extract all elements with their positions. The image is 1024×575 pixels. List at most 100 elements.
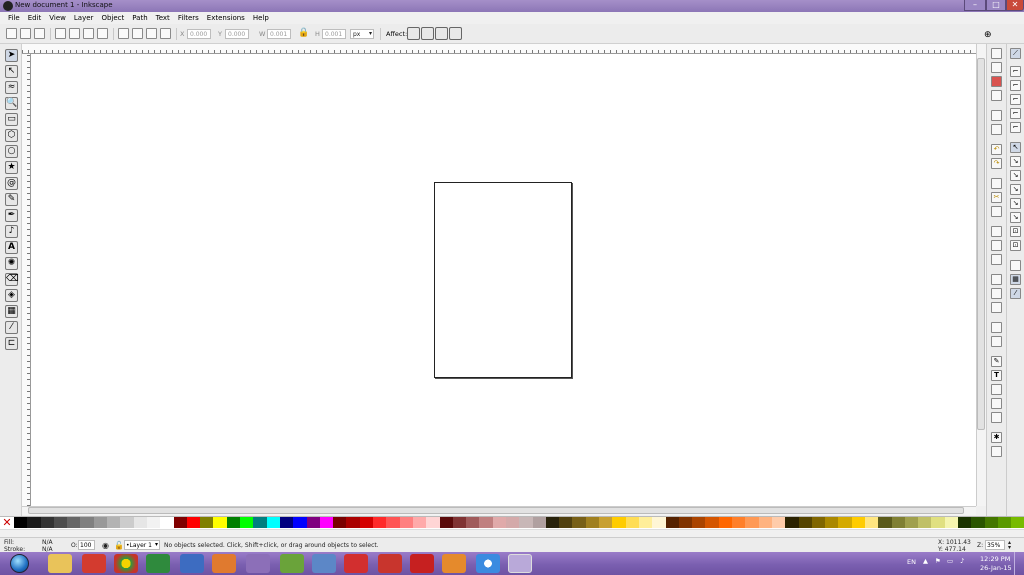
palette-swatch[interactable] xyxy=(678,517,693,528)
horizontal-ruler[interactable] xyxy=(22,44,976,54)
undo-icon[interactable]: ↶ xyxy=(991,144,1002,155)
copy-icon[interactable] xyxy=(991,178,1002,189)
maximize-button[interactable]: □ xyxy=(986,0,1006,11)
palette-swatch[interactable] xyxy=(146,517,161,528)
excel-icon[interactable] xyxy=(146,554,170,573)
y-input[interactable]: 0.000 xyxy=(225,29,249,39)
palette-swatch[interactable] xyxy=(186,517,201,528)
select-all-icon[interactable] xyxy=(6,28,17,39)
zoom-selection-icon[interactable] xyxy=(991,226,1002,237)
palette-swatch[interactable] xyxy=(878,517,892,528)
zoom-stepper-icon[interactable]: ▴ ▾ xyxy=(1008,540,1011,551)
affect-corner-scale-button[interactable] xyxy=(421,27,434,40)
palette-swatch[interactable] xyxy=(107,517,121,528)
spray-tool-icon[interactable]: ✺ xyxy=(5,257,18,270)
minimize-button[interactable]: – xyxy=(964,0,986,11)
clone-icon[interactable] xyxy=(991,288,1002,299)
palette-swatch[interactable] xyxy=(532,517,546,528)
internet-explorer-icon[interactable] xyxy=(476,554,500,573)
palette-swatch[interactable] xyxy=(426,517,440,528)
preferences-icon[interactable]: ✱ xyxy=(991,432,1002,443)
zoom-drawing-icon[interactable] xyxy=(991,240,1002,251)
connector-tool-icon[interactable]: ⊏ xyxy=(5,337,18,350)
snap-bbox-center-icon[interactable]: ⌐ xyxy=(1010,122,1021,133)
selector-tool-icon[interactable]: ➤ xyxy=(5,49,18,62)
layer-visibility-icon[interactable]: ◉ xyxy=(102,541,109,550)
snap-nodes-icon[interactable]: ↖ xyxy=(1010,142,1021,153)
menu-edit[interactable]: Edit xyxy=(24,12,46,24)
zoom-page-icon[interactable] xyxy=(991,254,1002,265)
network-tray-icon[interactable]: ▭ xyxy=(947,557,953,565)
show-hidden-icons-icon[interactable]: ▲ xyxy=(923,557,928,565)
menu-file[interactable]: File xyxy=(4,12,24,24)
node-tool-icon[interactable]: ↖ xyxy=(5,65,18,78)
text-tool-icon[interactable]: A xyxy=(5,241,18,254)
palette-swatch[interactable] xyxy=(599,517,613,528)
palette-swatch[interactable] xyxy=(14,517,28,528)
palette-swatch[interactable] xyxy=(319,517,334,528)
duplicate-icon[interactable] xyxy=(991,274,1002,285)
snap-smooth-nodes-icon[interactable]: ↘ xyxy=(1010,198,1021,209)
snap-path-intersection-icon[interactable]: ↘ xyxy=(1010,170,1021,181)
align-distribute-icon[interactable] xyxy=(991,412,1002,423)
palette-swatch[interactable] xyxy=(253,517,267,528)
gradient-tool-icon[interactable]: ▦ xyxy=(5,305,18,318)
paste-icon[interactable] xyxy=(991,206,1002,217)
palette-swatch[interactable] xyxy=(811,517,826,528)
palette-swatch[interactable] xyxy=(93,517,108,528)
chrome-icon[interactable] xyxy=(114,554,138,573)
palette-swatch[interactable] xyxy=(346,517,360,528)
palette-swatch[interactable] xyxy=(160,517,174,528)
palette-swatch[interactable] xyxy=(226,517,241,528)
rectangle-tool-icon[interactable]: ▭ xyxy=(5,113,18,126)
palette-swatch[interactable] xyxy=(306,517,320,528)
palette-swatch[interactable] xyxy=(479,517,493,528)
layer-lock-icon[interactable]: 🔓 xyxy=(114,541,124,550)
flip-horizontal-icon[interactable] xyxy=(83,28,94,39)
palette-swatch[interactable] xyxy=(545,517,560,528)
palette-swatch[interactable] xyxy=(958,517,972,528)
palette-swatch[interactable] xyxy=(519,517,533,528)
palette-swatch[interactable] xyxy=(572,517,586,528)
affect-stroke-scale-button[interactable] xyxy=(407,27,420,40)
cut-icon[interactable]: ✂ xyxy=(991,192,1002,203)
x-input[interactable]: 0.000 xyxy=(187,29,211,39)
snap-bbox-corner-icon[interactable]: ⌐ xyxy=(1010,94,1021,105)
flip-vertical-icon[interactable] xyxy=(97,28,108,39)
snap-cusp-nodes-icon[interactable]: ↘ xyxy=(1010,184,1021,195)
3d-box-tool-icon[interactable]: ⬡ xyxy=(5,129,18,142)
palette-swatch[interactable] xyxy=(213,517,227,528)
palette-swatch[interactable] xyxy=(705,517,719,528)
network-icon[interactable] xyxy=(312,554,336,573)
lower-icon[interactable] xyxy=(146,28,157,39)
select-all-layers-icon[interactable] xyxy=(20,28,31,39)
redo-icon[interactable]: ↷ xyxy=(991,158,1002,169)
antivirus-icon[interactable] xyxy=(344,554,368,573)
horizontal-scroll-thumb[interactable] xyxy=(28,507,964,514)
inkscape-taskbar-icon[interactable] xyxy=(508,554,532,573)
palette-swatch[interactable] xyxy=(373,517,387,528)
snap-object-center-icon[interactable]: ⊡ xyxy=(1010,226,1021,237)
palette-swatch[interactable] xyxy=(997,517,1012,528)
vertical-ruler[interactable] xyxy=(22,54,31,506)
rotate-ccw-icon[interactable] xyxy=(55,28,66,39)
palette-swatch[interactable] xyxy=(971,517,985,528)
snap-grid-icon[interactable]: ▦ xyxy=(1010,274,1021,285)
no-paint-icon[interactable]: ✕ xyxy=(0,517,14,529)
palette-swatch[interactable] xyxy=(771,517,786,528)
pen-tool-icon[interactable]: ✒ xyxy=(5,209,18,222)
zoom-input[interactable]: 35% xyxy=(985,540,1005,550)
wps-writer-icon[interactable] xyxy=(82,554,106,573)
calligraphy-tool-icon[interactable]: ♪ xyxy=(5,225,18,238)
ellipse-tool-icon[interactable]: ○ xyxy=(5,145,18,158)
snap-bbox-edge-icon[interactable]: ⌐ xyxy=(1010,80,1021,91)
snap-rotation-center-icon[interactable]: ⊡ xyxy=(1010,240,1021,251)
palette-swatch[interactable] xyxy=(359,517,374,528)
lock-icon[interactable]: 🔒 xyxy=(298,28,309,39)
palette-swatch[interactable] xyxy=(718,517,733,528)
clock-time[interactable]: 12:29 PM xyxy=(980,555,1010,563)
menu-path[interactable]: Path xyxy=(128,12,151,24)
menu-view[interactable]: View xyxy=(45,12,70,24)
palette-swatch[interactable] xyxy=(665,517,679,528)
palette-swatch[interactable] xyxy=(984,517,998,528)
